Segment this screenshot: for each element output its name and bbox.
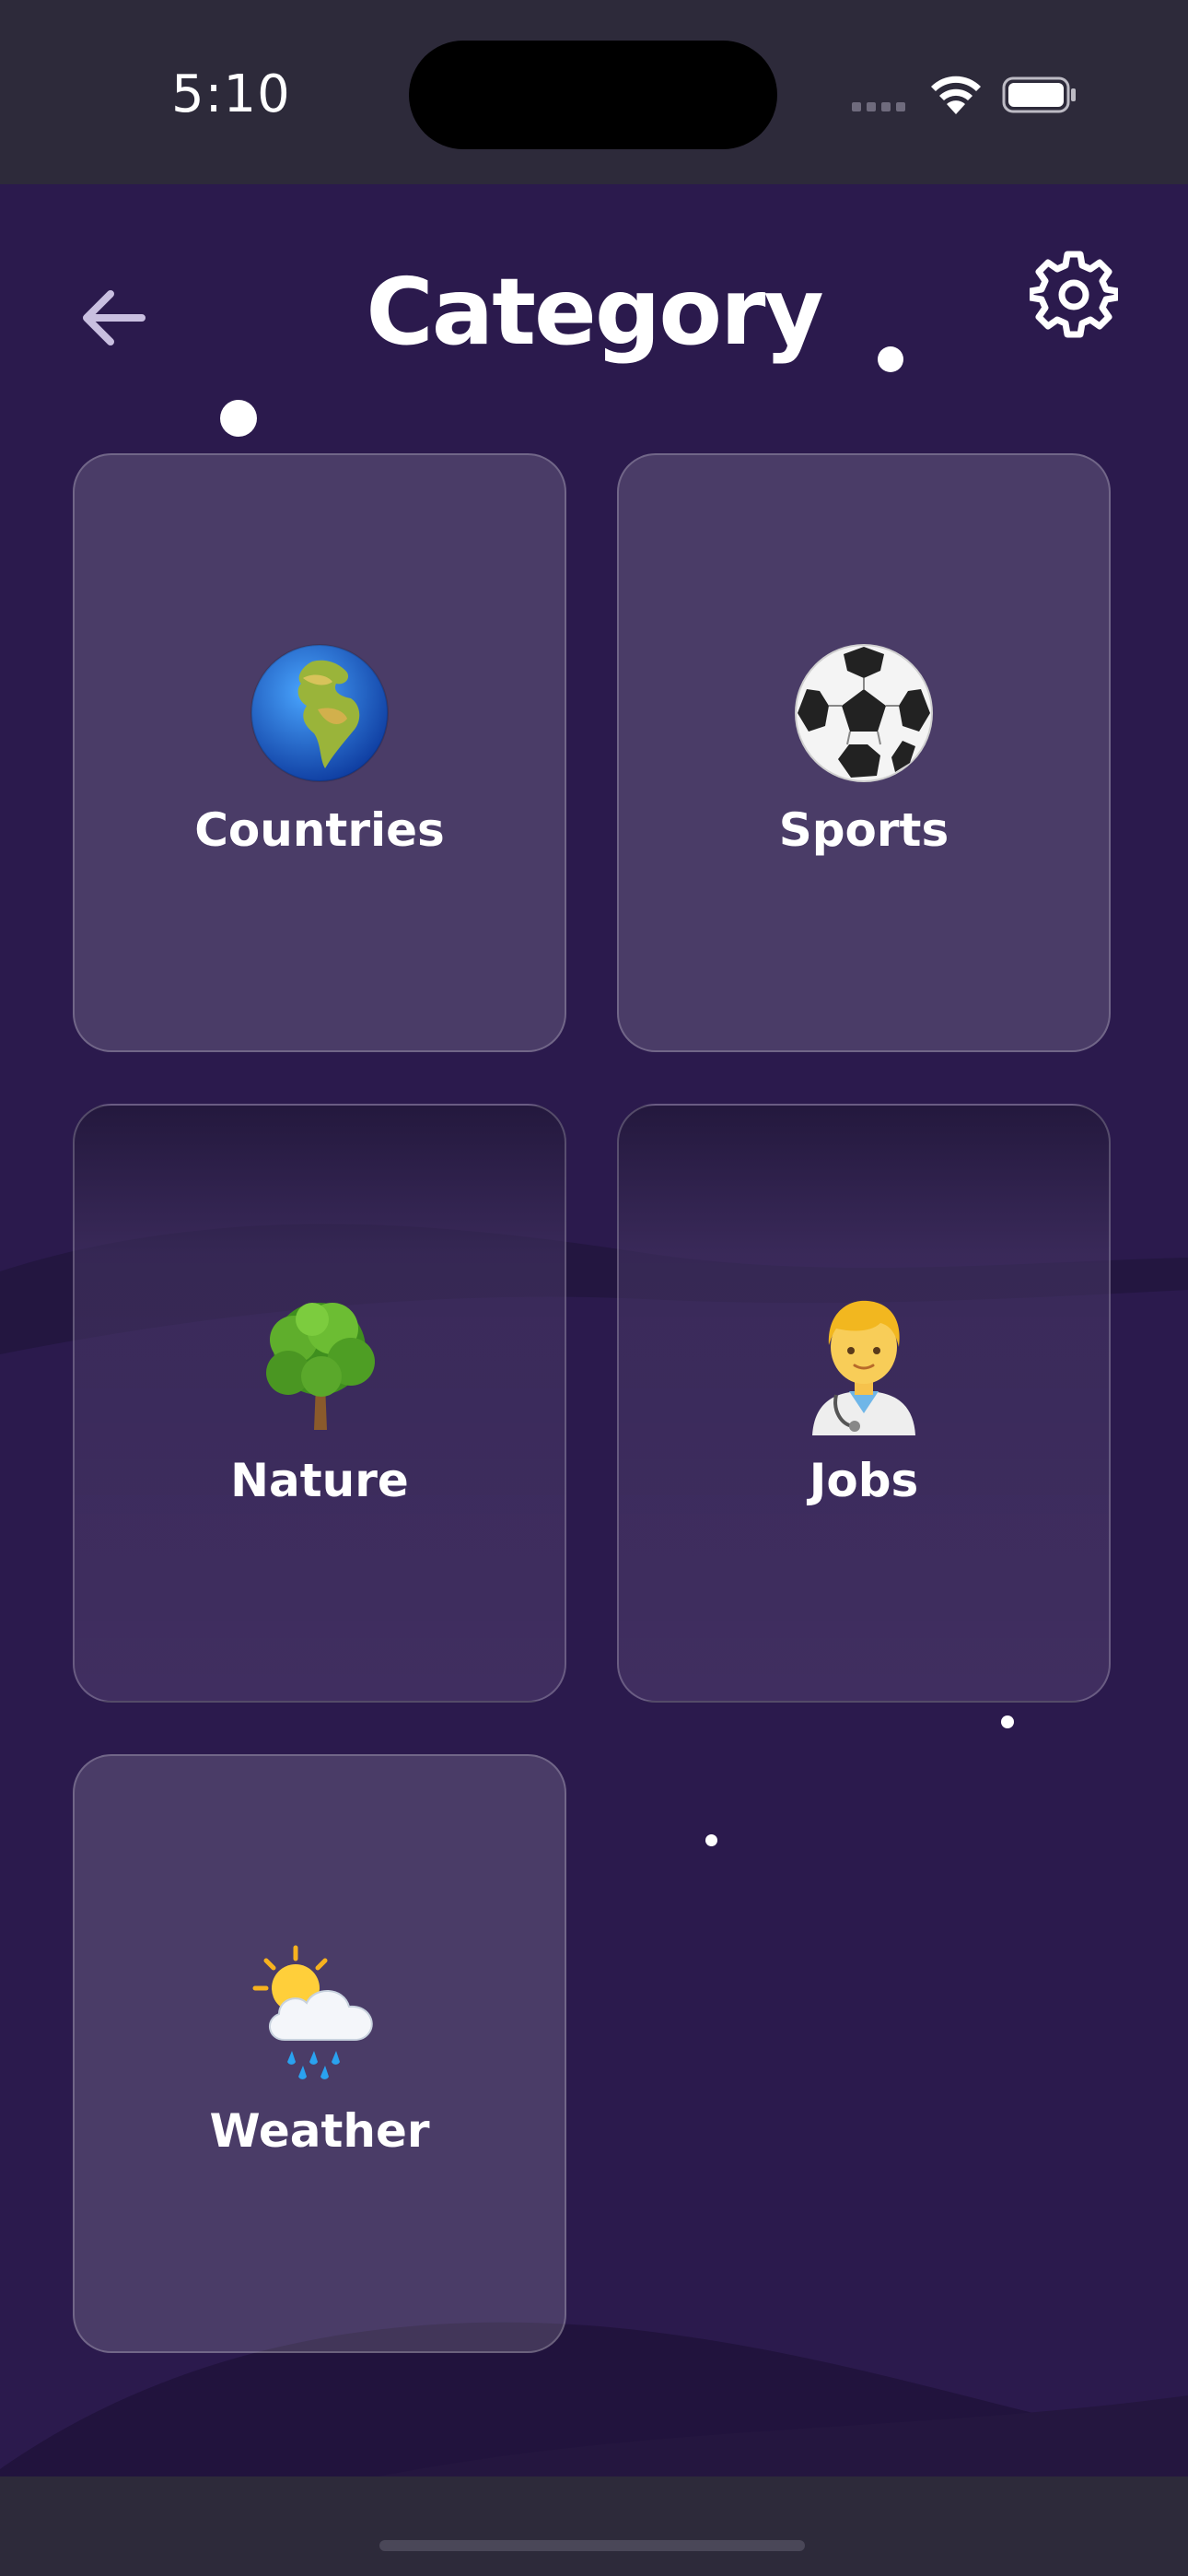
globe-icon <box>75 639 565 787</box>
category-card-countries[interactable]: Countries <box>73 453 566 1052</box>
bottom-system-bar <box>0 2476 1188 2576</box>
soccer-ball-icon <box>619 639 1109 787</box>
battery-icon <box>1002 76 1076 113</box>
home-indicator[interactable] <box>379 2540 805 2551</box>
cellular-signal-icon <box>852 102 905 115</box>
category-screen: 5:10 Category Countries Sports Nature Jo… <box>0 0 1188 2576</box>
category-card-nature[interactable]: Nature <box>73 1104 566 1703</box>
category-card-jobs[interactable]: Jobs <box>617 1104 1111 1703</box>
health-worker-icon <box>619 1290 1109 1437</box>
back-button[interactable] <box>77 281 151 355</box>
status-time: 5:10 <box>171 64 291 124</box>
category-card-sports[interactable]: Sports <box>617 453 1111 1052</box>
decor-dot <box>878 346 903 372</box>
decor-dot <box>1001 1715 1014 1728</box>
tree-icon <box>75 1290 565 1437</box>
category-label: Weather <box>209 2104 430 2158</box>
category-label: Nature <box>230 1454 409 1507</box>
gear-icon <box>1027 251 1121 338</box>
category-card-weather[interactable]: Weather <box>73 1754 566 2353</box>
settings-button[interactable] <box>1027 251 1121 339</box>
category-label: Countries <box>194 803 445 857</box>
page-title: Category <box>366 258 823 366</box>
wifi-icon <box>931 76 981 114</box>
sun-behind-rain-cloud-icon <box>75 1940 565 2088</box>
decor-dot <box>220 400 257 437</box>
arrow-left-icon <box>83 290 146 345</box>
dynamic-island <box>409 41 777 149</box>
decor-dot <box>705 1834 717 1846</box>
category-label: Jobs <box>809 1454 919 1507</box>
status-bar: 5:10 <box>0 0 1188 184</box>
category-label: Sports <box>778 803 949 857</box>
